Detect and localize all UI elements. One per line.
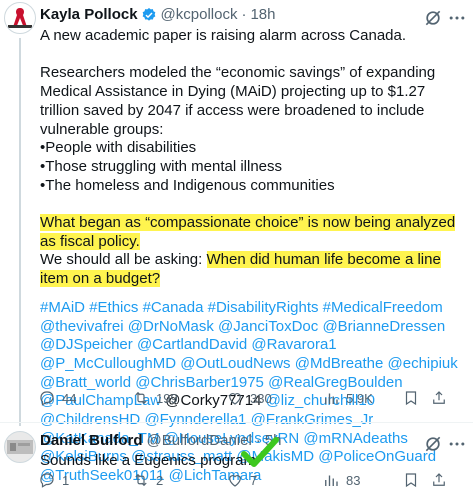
mention-link[interactable]: @Fynnderella1: [144, 411, 246, 428]
like-count: 330: [250, 390, 272, 406]
reply-icon: [40, 473, 54, 488]
mention-link[interactable]: @JanciToxDoc: [218, 318, 318, 335]
question-prefix: We should all be asking:: [40, 251, 207, 269]
views-chart-icon: [325, 475, 338, 486]
post-intro: A new academic paper is raising alarm ac…: [40, 27, 407, 44]
bullet-item: •The homeless and Indigenous communities: [40, 176, 335, 194]
heart-icon: [229, 475, 241, 487]
grok-icon[interactable]: [423, 434, 443, 454]
author-name[interactable]: Daniel Bulford: [40, 432, 143, 449]
reply-icon: [40, 391, 54, 406]
mention-link[interactable]: @Ravarora1: [251, 336, 336, 353]
mention-link[interactable]: #Canada: [143, 299, 204, 316]
bookmark-icon[interactable]: [402, 389, 420, 407]
mention-link[interactable]: #MAiD: [40, 299, 85, 316]
author-handle[interactable]: @BulfordDaniel: [147, 432, 252, 449]
mention-link[interactable]: @mRNAdeaths: [303, 430, 407, 447]
avatar[interactable]: [4, 2, 36, 34]
views-button[interactable]: 5.9K: [322, 389, 373, 407]
heart-icon: [229, 393, 241, 405]
verified-badge-icon: [142, 7, 155, 21]
views-count: 5.9K: [346, 390, 373, 406]
mention-link[interactable]: @DJSpeicher: [40, 336, 133, 353]
divider: [0, 422, 473, 423]
share-icon[interactable]: [430, 389, 448, 407]
mention-link[interactable]: @ChildrensHD: [40, 411, 140, 428]
repost-button[interactable]: 199: [132, 389, 178, 407]
reply-count: 44: [62, 390, 77, 406]
awareness-ribbon-icon: [8, 8, 32, 28]
green-checkmark-icon: [241, 437, 279, 467]
mention-link[interactable]: @MdBreathe: [295, 355, 384, 372]
grok-icon[interactable]: [423, 8, 443, 28]
profile-photo-icon: [7, 440, 33, 454]
bullet-item: •Those struggling with mental illness: [40, 157, 283, 175]
mention-link[interactable]: #DisabilityRights: [208, 299, 319, 316]
views-button[interactable]: 83: [322, 471, 360, 489]
repost-count: 2: [156, 472, 164, 488]
highlighted-text: What began as “compassionate choice” is …: [40, 214, 456, 250]
avatar[interactable]: [4, 431, 36, 463]
repost-icon: [135, 473, 147, 487]
more-options-icon[interactable]: [447, 8, 467, 28]
reply-button[interactable]: 1: [38, 471, 69, 489]
author-handle[interactable]: @kcpollock: [161, 6, 238, 23]
post-header: Kayla Pollock @kcpollock · 18h: [40, 6, 276, 23]
mention-link[interactable]: @BrianneDressen: [322, 318, 445, 335]
repost-count: 199: [156, 390, 178, 406]
mention-link[interactable]: @thevivafrei: [40, 318, 124, 335]
post-time[interactable]: 18h: [250, 6, 275, 23]
thread-line: [19, 38, 21, 426]
like-button[interactable]: 7: [226, 471, 257, 489]
separator-dot: ·: [241, 6, 247, 23]
views-count: 83: [346, 472, 361, 488]
mention-link[interactable]: #Ethics: [89, 299, 138, 316]
like-button[interactable]: 330: [226, 389, 272, 407]
author-name[interactable]: Kayla Pollock: [40, 6, 138, 23]
more-options-icon[interactable]: [447, 434, 467, 454]
post-body: A new academic paper is raising alarm ac…: [40, 27, 465, 486]
mention-link[interactable]: @echipiuk: [388, 355, 458, 372]
reply-count: 1: [62, 472, 70, 488]
mention-link[interactable]: #MedicalFreedom: [323, 299, 443, 316]
reply-text: Sounds like a Eugenics program: [40, 452, 256, 469]
mention-link[interactable]: @PoliceOnGuard: [318, 448, 436, 465]
repost-button[interactable]: 2: [132, 471, 163, 489]
bullet-item: •People with disabilities: [40, 139, 197, 157]
repost-icon: [135, 391, 147, 405]
views-chart-icon: [325, 393, 338, 404]
like-count: 7: [250, 472, 258, 488]
reply-button[interactable]: 44: [38, 389, 76, 407]
share-icon[interactable]: [430, 471, 448, 489]
mention-link[interactable]: @DrNoMask: [128, 318, 214, 335]
mention-link[interactable]: @P_McCulloughMD: [40, 355, 176, 372]
mention-link[interactable]: @CartlandDavid: [137, 336, 247, 353]
mention-link[interactable]: @FrankGrimes_Jr: [251, 411, 374, 428]
bookmark-icon[interactable]: [402, 471, 420, 489]
mention-link[interactable]: @OutLoudNews: [180, 355, 290, 372]
post-paragraph: Researchers modeled the “economic saving…: [40, 64, 436, 138]
